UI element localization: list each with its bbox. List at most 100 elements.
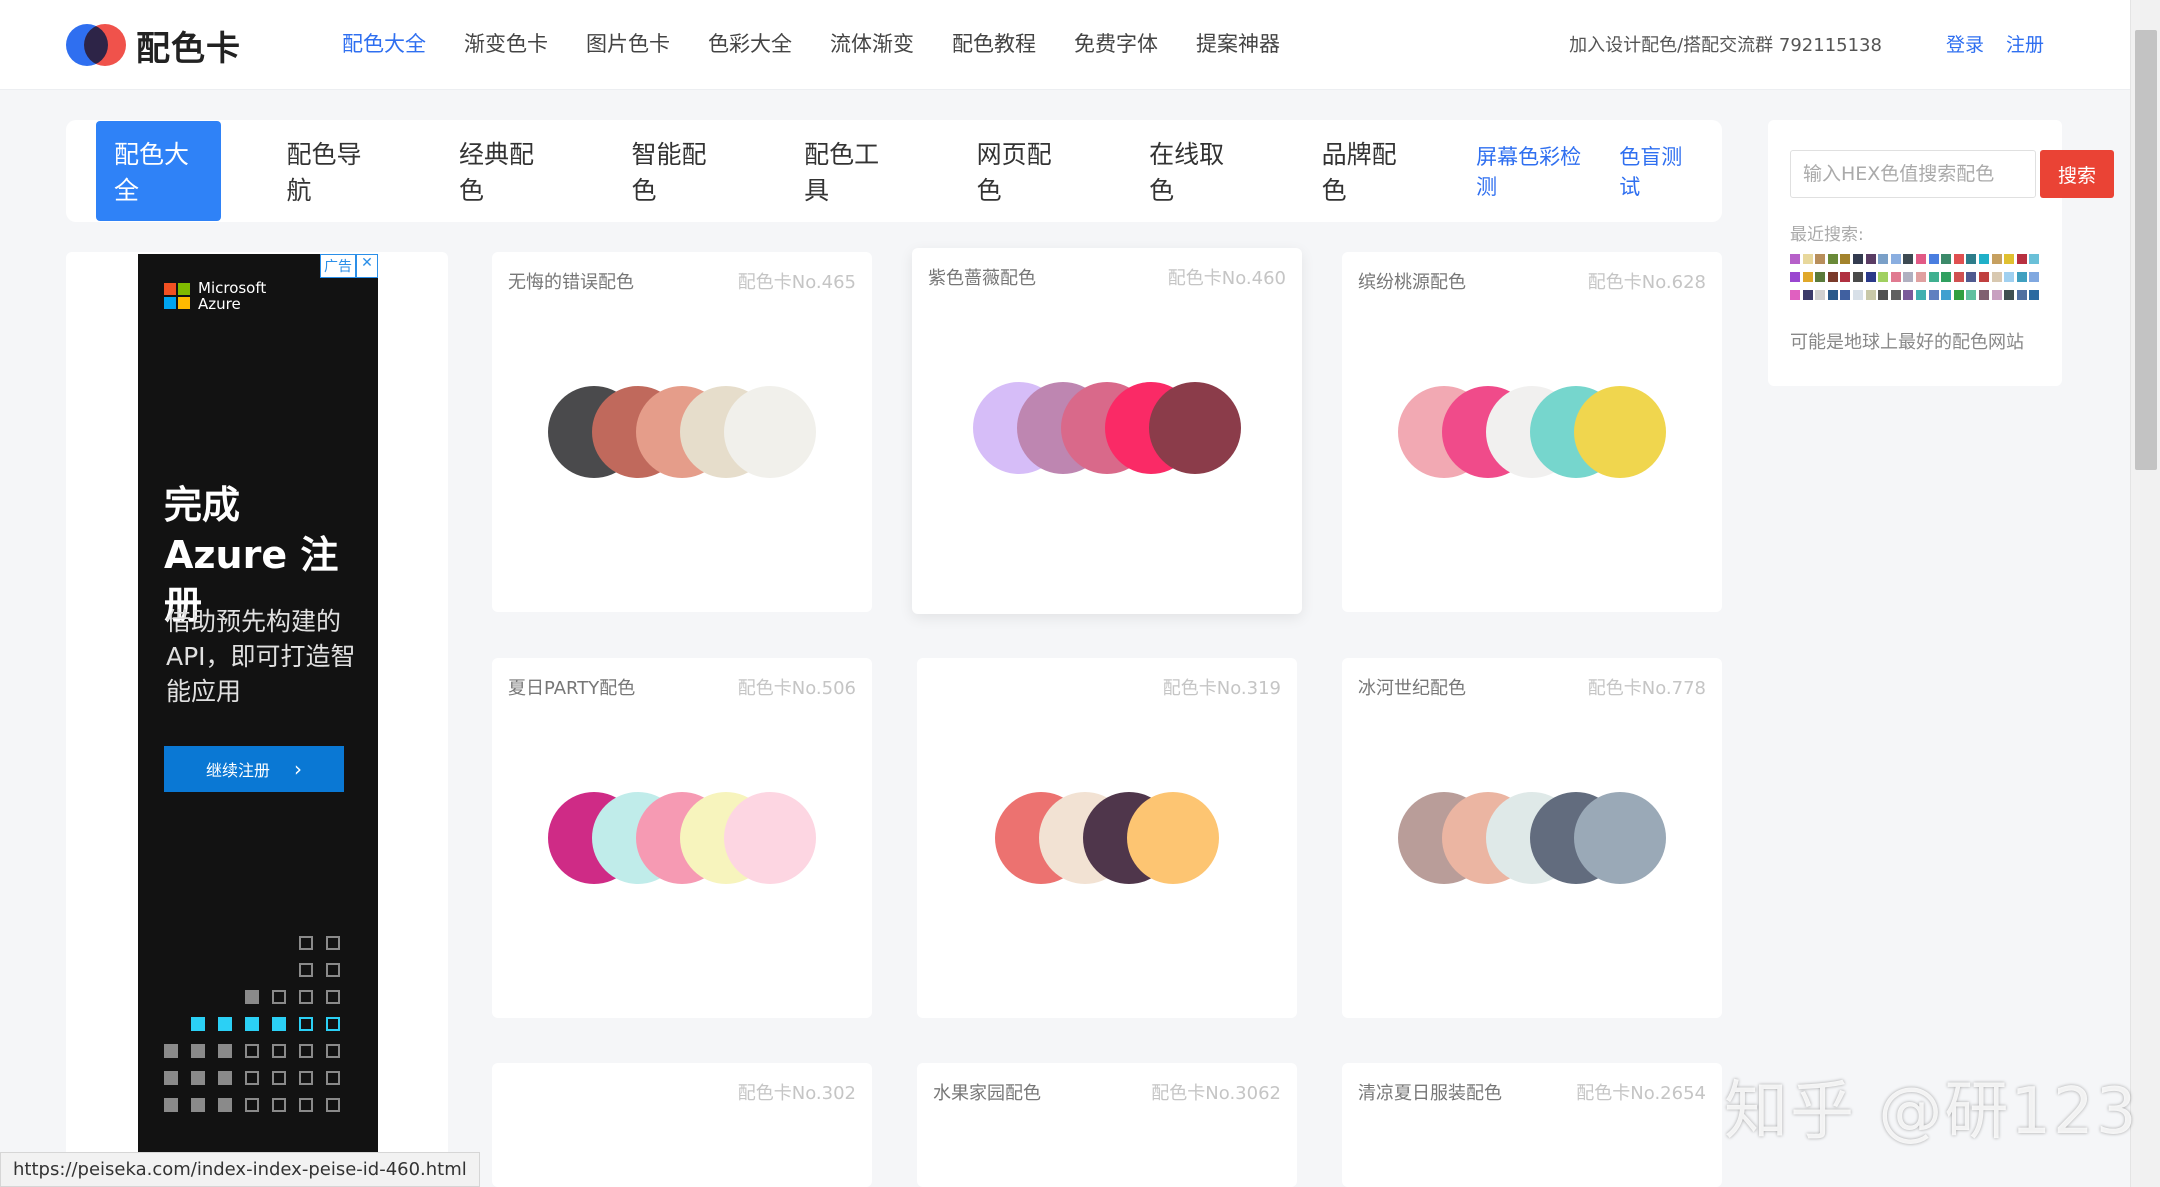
color-swatch[interactable] — [1574, 386, 1666, 478]
recent-swatch[interactable] — [1915, 272, 1926, 282]
nav-item-tutorials[interactable]: 配色教程 — [952, 28, 1036, 58]
nav-item-image-palettes[interactable]: 图片色卡 — [586, 28, 670, 58]
palette-card[interactable]: 清凉夏日服装配色 配色卡No.2654 — [1342, 1063, 1722, 1187]
recent-swatch[interactable] — [1790, 272, 1800, 282]
nav-item-free-fonts[interactable]: 免费字体 — [1074, 28, 1158, 58]
recent-swatch[interactable] — [1827, 290, 1838, 300]
recent-swatch[interactable] — [1878, 254, 1889, 264]
recent-swatch[interactable] — [1953, 290, 1964, 300]
color-swatch[interactable] — [1574, 792, 1666, 884]
recent-swatch[interactable] — [1941, 272, 1952, 282]
scrollbar-thumb[interactable] — [2135, 30, 2157, 470]
recent-swatch[interactable] — [1978, 254, 1989, 264]
recent-swatch[interactable] — [1865, 272, 1876, 282]
palette-card[interactable]: 夏日PARTY配色 配色卡No.506 — [492, 658, 872, 1018]
color-swatch[interactable] — [1149, 382, 1241, 474]
recent-swatch[interactable] — [1865, 254, 1876, 264]
tab-palettes[interactable]: 配色大全 — [96, 121, 221, 221]
palette-card[interactable]: 配色卡No.319 — [917, 658, 1297, 1018]
recent-swatch[interactable] — [1978, 290, 1989, 300]
recent-swatch[interactable] — [1802, 272, 1813, 282]
recent-swatch[interactable] — [2016, 290, 2027, 300]
recent-swatch[interactable] — [1915, 290, 1926, 300]
recent-swatch[interactable] — [2029, 290, 2040, 300]
recent-swatch[interactable] — [1915, 254, 1926, 264]
tab-color-picker[interactable]: 在线取色 — [1131, 121, 1256, 221]
palette-card[interactable]: 水果家园配色 配色卡No.3062 — [917, 1063, 1297, 1187]
recent-swatch[interactable] — [2016, 272, 2027, 282]
recent-swatch[interactable] — [1890, 254, 1901, 264]
recent-swatch[interactable] — [1991, 290, 2002, 300]
palette-card[interactable]: 紫色蔷薇配色 配色卡No.460 — [912, 248, 1302, 614]
tab-tools[interactable]: 配色工具 — [786, 121, 911, 221]
recent-swatch[interactable] — [1941, 290, 1952, 300]
recent-swatch[interactable] — [1878, 272, 1889, 282]
palette-card[interactable]: 缤纷桃源配色 配色卡No.628 — [1342, 252, 1722, 612]
recent-swatch[interactable] — [1991, 272, 2002, 282]
nav-item-color-encyclopedia[interactable]: 色彩大全 — [708, 28, 792, 58]
recent-swatch[interactable] — [1852, 290, 1863, 300]
recent-swatch[interactable] — [1991, 254, 2002, 264]
site-logo[interactable]: 配色卡 — [66, 24, 241, 69]
recent-swatch[interactable] — [1953, 254, 1964, 264]
recent-swatch[interactable] — [1966, 290, 1977, 300]
tab-palette-nav[interactable]: 配色导航 — [269, 121, 394, 221]
nav-item-fluid-gradients[interactable]: 流体渐变 — [830, 28, 914, 58]
screen-color-test-link[interactable]: 屏幕色彩检测 — [1476, 141, 1585, 201]
recent-swatch[interactable] — [1815, 290, 1826, 300]
recent-swatch[interactable] — [1890, 290, 1901, 300]
recent-swatch[interactable] — [2016, 254, 2027, 264]
recent-swatch[interactable] — [1953, 272, 1964, 282]
recent-swatch[interactable] — [1790, 290, 1800, 300]
recent-swatch[interactable] — [1802, 290, 1813, 300]
color-blind-test-link[interactable]: 色盲测试 — [1619, 141, 1692, 201]
recent-swatch[interactable] — [1815, 272, 1826, 282]
recent-swatch[interactable] — [2004, 254, 2015, 264]
recent-swatch[interactable] — [1815, 254, 1826, 264]
recent-swatch[interactable] — [1928, 272, 1939, 282]
recent-swatch[interactable] — [2004, 272, 2015, 282]
tab-smart[interactable]: 智能配色 — [614, 121, 739, 221]
hex-search-input[interactable] — [1790, 150, 2036, 198]
azure-ad[interactable]: 广告 ✕ Microsoft Azure 完成 Azure 注册 借助预先构建的… — [138, 254, 378, 1154]
page-scrollbar[interactable] — [2130, 0, 2160, 1187]
recent-swatch[interactable] — [1966, 254, 1977, 264]
recent-swatch[interactable] — [1928, 290, 1939, 300]
palette-card[interactable]: 冰河世纪配色 配色卡No.778 — [1342, 658, 1722, 1018]
recent-swatch[interactable] — [2029, 254, 2040, 264]
ad-close-icon[interactable]: ✕ — [356, 254, 378, 278]
nav-item-palettes[interactable]: 配色大全 — [342, 28, 426, 58]
color-swatch[interactable] — [724, 386, 816, 478]
recent-swatch[interactable] — [1903, 290, 1914, 300]
recent-swatch[interactable] — [1903, 272, 1914, 282]
recent-swatch[interactable] — [2004, 290, 2015, 300]
recent-swatch[interactable] — [1878, 290, 1889, 300]
color-swatch[interactable] — [724, 792, 816, 884]
recent-swatch[interactable] — [1928, 254, 1939, 264]
recent-swatch[interactable] — [1790, 254, 1800, 264]
ad-cta-button[interactable]: 继续注册 › — [164, 746, 344, 792]
recent-swatch[interactable] — [1903, 254, 1914, 264]
recent-swatch[interactable] — [1890, 272, 1901, 282]
tab-web[interactable]: 网页配色 — [959, 121, 1084, 221]
recent-swatch[interactable] — [1941, 254, 1952, 264]
palette-card[interactable]: 无悔的错误配色 配色卡No.465 — [492, 252, 872, 612]
nav-item-gradients[interactable]: 渐变色卡 — [464, 28, 548, 58]
nav-item-proposal-tool[interactable]: 提案神器 — [1196, 28, 1280, 58]
color-swatch[interactable] — [1127, 792, 1219, 884]
recent-swatch[interactable] — [1802, 254, 1813, 264]
recent-swatch[interactable] — [1827, 254, 1838, 264]
recent-swatch[interactable] — [1978, 272, 1989, 282]
recent-swatch[interactable] — [1852, 254, 1863, 264]
recent-swatch[interactable] — [1840, 254, 1851, 264]
register-link[interactable]: 注册 — [2006, 30, 2044, 57]
tab-brand[interactable]: 品牌配色 — [1304, 121, 1429, 221]
recent-swatch[interactable] — [1827, 272, 1838, 282]
search-button[interactable]: 搜索 — [2040, 150, 2114, 198]
tab-classic[interactable]: 经典配色 — [441, 121, 566, 221]
login-link[interactable]: 登录 — [1946, 30, 1984, 57]
recent-swatch[interactable] — [1840, 290, 1851, 300]
palette-card[interactable]: 配色卡No.302 — [492, 1063, 872, 1187]
recent-swatch[interactable] — [1840, 272, 1851, 282]
recent-swatch[interactable] — [1865, 290, 1876, 300]
